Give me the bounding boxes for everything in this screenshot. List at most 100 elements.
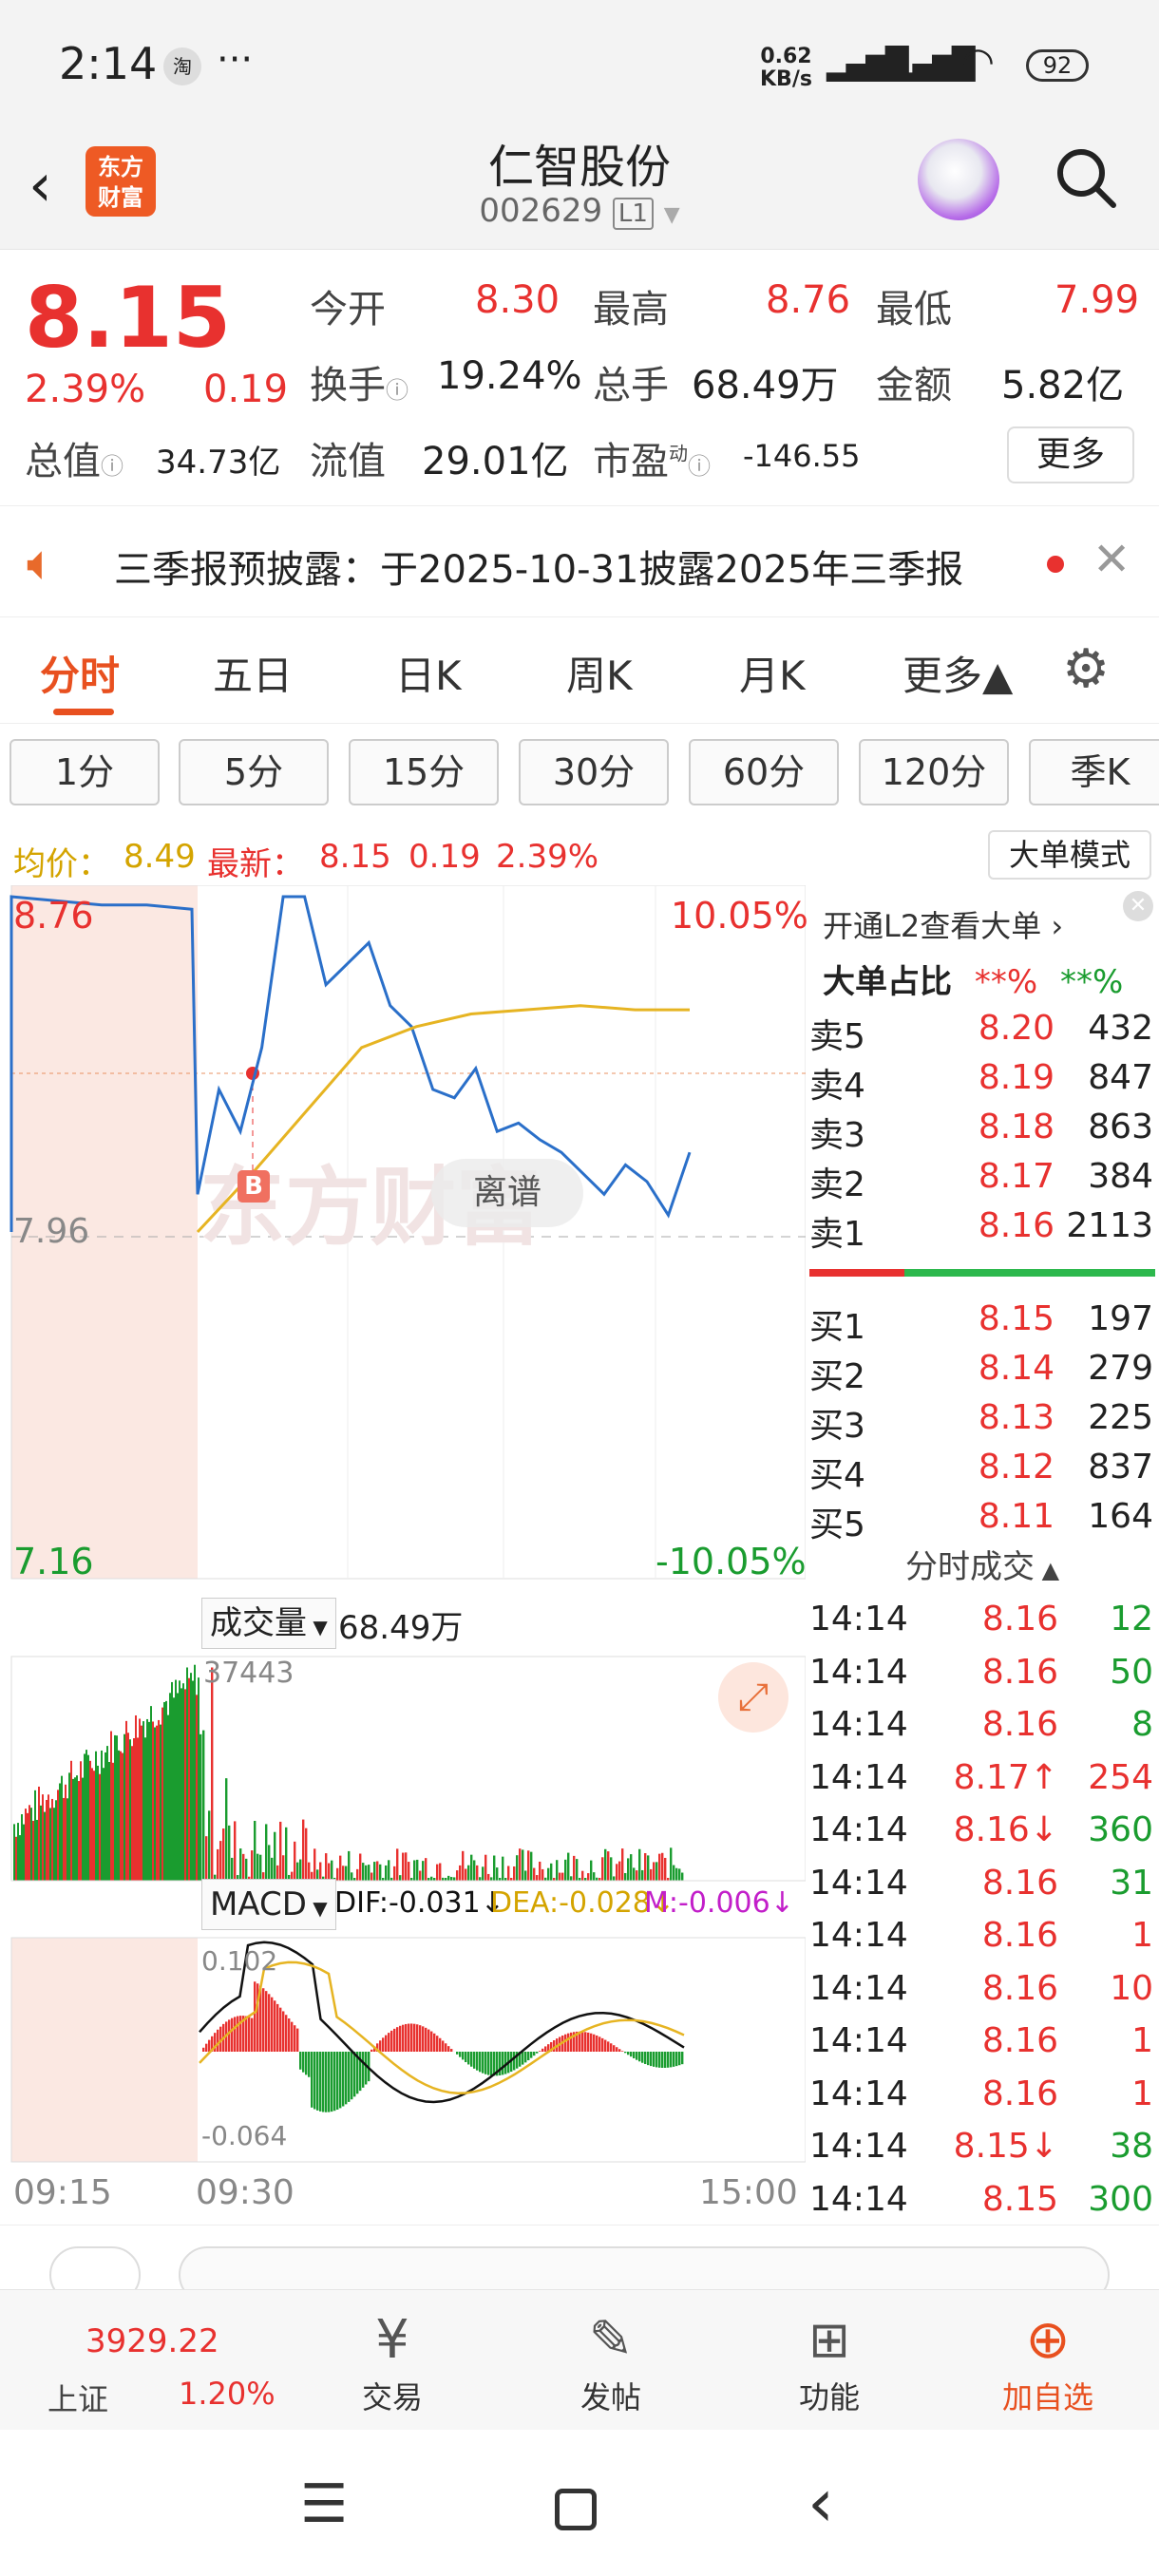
macd-bar (456, 2052, 459, 2055)
expand-icon[interactable]: ⤢ (718, 1662, 788, 1733)
volume-bar (493, 1855, 496, 1881)
macd-bar (382, 2037, 385, 2052)
macd-bar (276, 2003, 279, 2052)
search-icon[interactable] (1053, 144, 1119, 211)
buy-marker-b[interactable]: B (238, 1170, 270, 1203)
macd-bar (539, 2051, 542, 2052)
subtab-15min[interactable]: 15分 (349, 739, 499, 805)
macd-bar (627, 2052, 630, 2055)
volume-bar (576, 1859, 579, 1881)
close-icon[interactable]: ✕ (1123, 891, 1153, 921)
intraday-chart[interactable]: 东方财富 8.76 10.05% 7.96 7.16 -10.05% B 离谱 … (0, 884, 808, 2225)
menu-icon[interactable]: ☰ (300, 2473, 348, 2535)
macd-indicator-select[interactable]: MACD ▼ (201, 1879, 336, 1930)
close-icon[interactable]: ✕ (1092, 533, 1130, 586)
volume-bar (633, 1867, 636, 1881)
subtab-120min[interactable]: 120分 (859, 739, 1009, 805)
tick-time: 14:14 (809, 2127, 908, 2166)
back-nav-icon[interactable]: ‹ (808, 2464, 834, 2542)
index-widget[interactable]: 3929.22 上证 1.20% (38, 2322, 285, 2427)
nav-function[interactable]: ⊞ 功能 (768, 2307, 891, 2417)
macd-bar (328, 2052, 331, 2112)
bid-label: 买5 (809, 1506, 865, 1544)
macd-bar (667, 2052, 670, 2068)
volume-bar (139, 1718, 141, 1881)
macd-bar (314, 2052, 316, 2110)
volume-bar (30, 1808, 32, 1881)
info-icon[interactable]: ⓘ (688, 453, 711, 480)
macd-bar (650, 2052, 653, 2067)
subtab-1min[interactable]: 1分 (10, 739, 160, 805)
volume-bar (242, 1853, 245, 1881)
tick-row: 14:14 8.16 8 (806, 1705, 1159, 1754)
comment-input-peek[interactable] (0, 2225, 1159, 2303)
nav-post[interactable]: ✎ 发帖 (549, 2307, 673, 2417)
volume-bar (142, 1721, 144, 1881)
tick-row: 14:14 8.15↓ 38 (806, 2127, 1159, 2176)
l2-link[interactable]: 开通L2查看大单 › (823, 902, 1063, 946)
macd-bar (610, 2043, 613, 2052)
volume-bar (129, 1739, 131, 1881)
tick-time: 14:14 (809, 1600, 908, 1638)
gear-icon[interactable]: ⚙ (1062, 638, 1110, 700)
ask-price: 8.18 (978, 1108, 1054, 1146)
macd-bar (325, 2052, 328, 2112)
large-order-mode-button[interactable]: 大单模式 (988, 830, 1151, 880)
macd-bar (393, 2028, 396, 2052)
macd-bar (661, 2052, 664, 2068)
ticks-header[interactable]: 分时成交 ▲ (806, 1541, 1159, 1587)
volume-indicator-select[interactable]: 成交量 ▼ (201, 1598, 336, 1649)
volume-bar (95, 1751, 97, 1881)
volume-bar (567, 1852, 570, 1881)
robot-assistant-icon[interactable] (918, 139, 999, 220)
tick-row: 14:14 8.16 1 (806, 1916, 1159, 1965)
volume-bar (524, 1870, 527, 1881)
volume-bar (274, 1831, 276, 1881)
macd-bar (604, 2039, 607, 2052)
volume-bar (27, 1812, 28, 1881)
tab-five-day[interactable]: 五日 (213, 644, 293, 702)
volume-bar (124, 1733, 125, 1881)
tab-monthly-k[interactable]: 月K (739, 644, 806, 702)
macd-bar (410, 2023, 413, 2052)
volume-bar (179, 1680, 180, 1881)
tick-price: 8.16 (981, 1705, 1058, 1744)
macd-bar (285, 2015, 288, 2052)
info-icon[interactable]: ⓘ (386, 377, 408, 404)
macd-bar (439, 2037, 442, 2052)
macd-bar (336, 2052, 339, 2110)
bid-price: 8.14 (978, 1349, 1054, 1388)
tab-intraday[interactable]: 分时 (40, 644, 120, 702)
tab-more[interactable]: 更多▲ (902, 644, 1013, 702)
comment-tag[interactable]: 离谱 (431, 1159, 583, 1227)
home-icon[interactable] (555, 2489, 597, 2530)
tab-weekly-k[interactable]: 周K (566, 644, 633, 702)
volume-bar (425, 1858, 428, 1881)
volume-bar (40, 1805, 42, 1881)
tick-time: 14:14 (809, 1652, 908, 1692)
subtab-60min[interactable]: 60分 (689, 739, 839, 805)
volume-bar (103, 1768, 104, 1881)
subtab-quarter-k[interactable]: 季K (1029, 739, 1159, 805)
subtab-30min[interactable]: 30分 (519, 739, 669, 805)
macd-bar (248, 2017, 251, 2052)
turnover-label-text: 换手 (310, 364, 386, 407)
volume-label: 总手 (593, 364, 669, 407)
volume-bar (110, 1731, 112, 1881)
notice-bar[interactable]: 🔈︎ 三季报预披露：于2025-10-31披露2025年三季报 ✕ (0, 505, 1159, 617)
macd-bar (638, 2052, 641, 2062)
more-button[interactable]: 更多 (1007, 426, 1134, 483)
volume-bar (133, 1737, 135, 1881)
nav-trade[interactable]: ¥ 交易 (331, 2307, 454, 2417)
volume-bar (222, 1828, 225, 1881)
volume-bar (268, 1845, 271, 1881)
volume-bar (163, 1702, 165, 1881)
volume-bar (211, 1667, 214, 1881)
info-icon[interactable]: ⓘ (101, 453, 124, 480)
subtab-5min[interactable]: 5分 (179, 739, 329, 805)
macd-bar (436, 2036, 439, 2052)
nav-add-watchlist[interactable]: ⊕ 加自选 (986, 2307, 1110, 2417)
index-name: 上证 (48, 2381, 109, 2417)
pe-superscript: 动 (669, 442, 688, 465)
tab-daily-k[interactable]: 日K (395, 644, 462, 702)
